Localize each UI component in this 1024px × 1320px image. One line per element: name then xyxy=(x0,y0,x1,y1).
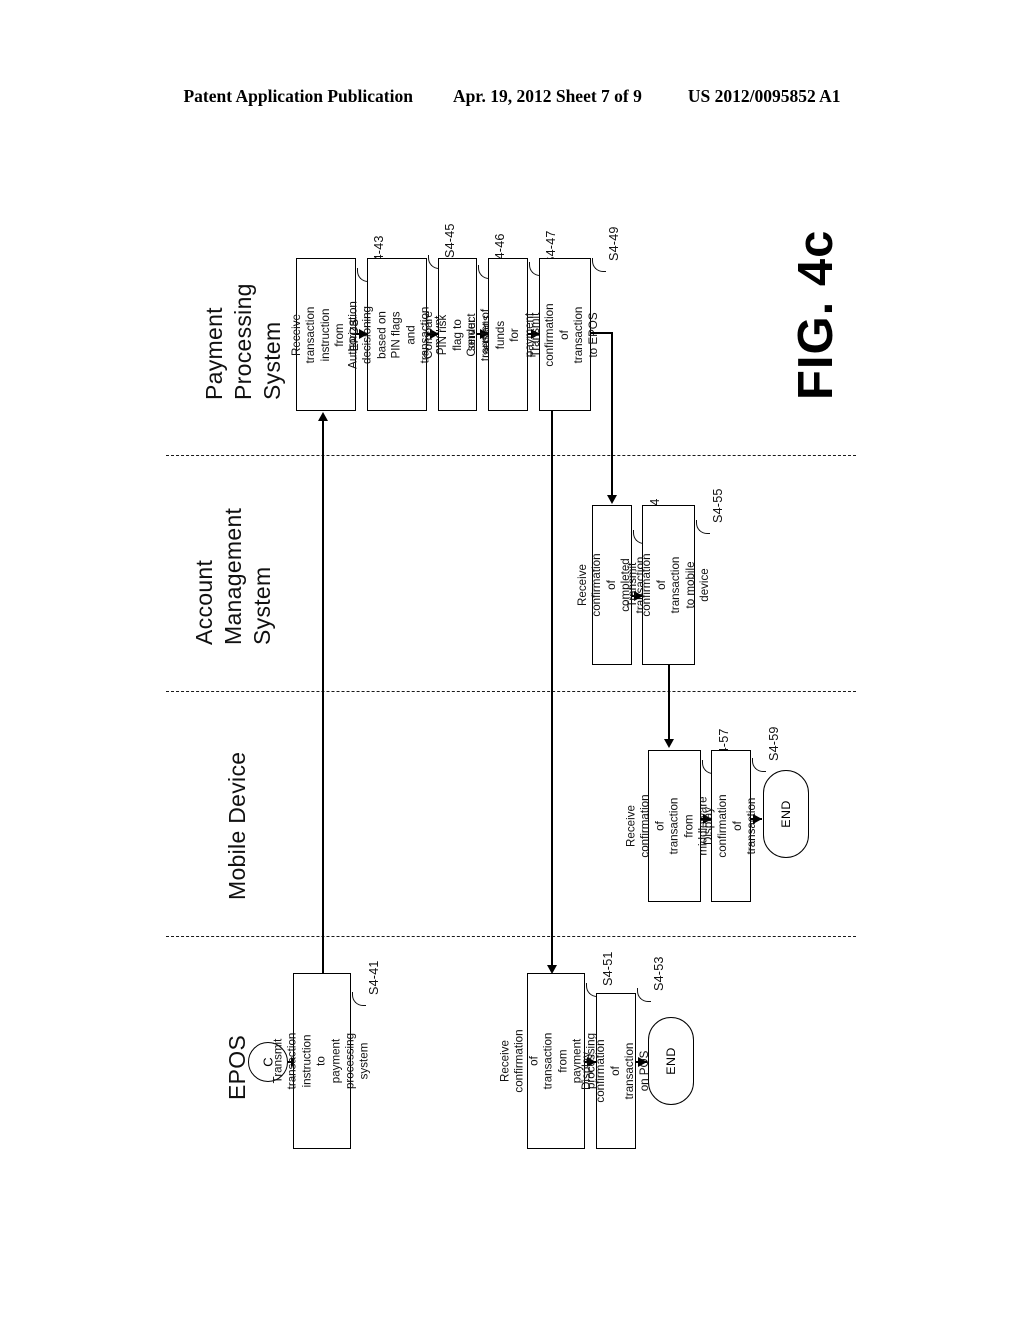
step-ref-s4-41: S4-41 xyxy=(367,960,381,995)
process-box-s4-49-text: Transmit confirmation of transaction to … xyxy=(528,302,600,367)
lane-divider-3 xyxy=(166,936,856,937)
step-ref-s4-55: S4-55 xyxy=(711,488,725,523)
arrow-s4-55-to-s4-57 xyxy=(664,739,674,748)
lane-label-payment-processing-system: Payment Processing System xyxy=(201,283,285,400)
process-box-s4-47[interactable]: Conduct transfer of funds for payment tr… xyxy=(465,258,550,411)
process-box-s4-59-text: Display confirmation of transaction xyxy=(702,794,759,858)
process-box-s4-53[interactable]: Display confirmation of transaction on P… xyxy=(580,993,651,1149)
ref-hook-s4-55 xyxy=(696,520,710,534)
terminator-end-epos: END xyxy=(648,1017,694,1105)
lane-divider-2 xyxy=(166,691,856,692)
ref-hook-s4-59 xyxy=(752,758,766,772)
figure-caption: FIG. 4c xyxy=(789,229,843,400)
process-box-s4-41[interactable]: Transmit transaction instruction to paym… xyxy=(272,973,371,1149)
flow-line-s4-49-to-s4-54-v xyxy=(611,332,613,502)
flow-line-s4-49-to-s4-54-h xyxy=(590,332,613,334)
step-ref-s4-45: S4-45 xyxy=(443,223,457,258)
arrow-s4-53-to-end-epos xyxy=(638,1057,647,1067)
process-box-s4-59[interactable]: Display confirmation of transaction xyxy=(702,750,758,902)
ref-hook-s4-49 xyxy=(592,258,606,272)
terminator-end-mobile-text: END xyxy=(779,800,793,828)
process-box-s4-51[interactable]: Receive confirmation of transaction from… xyxy=(498,973,612,1149)
step-ref-s4-51: S4-51 xyxy=(601,951,615,986)
lane-label-mobile-device: Mobile Device xyxy=(224,751,250,900)
process-box-s4-41-text: Transmit transaction instruction to paym… xyxy=(271,1032,372,1090)
lane-divider-1 xyxy=(166,455,856,456)
flow-line-s4-49-to-s4-51-v xyxy=(551,410,553,972)
flow-line-s4-55-to-s4-57-v xyxy=(668,664,670,746)
lane-label-epos: EPOS xyxy=(224,1034,250,1100)
ref-hook-s4-53 xyxy=(637,988,651,1002)
process-box-s4-55[interactable]: Transmit confirmation of transaction to … xyxy=(625,505,710,665)
ref-hook-s4-41 xyxy=(352,992,366,1006)
arrow-s4-41-to-s4-43 xyxy=(318,412,328,421)
arrow-s4-59-to-end-mobile xyxy=(753,814,762,824)
process-box-s4-49[interactable]: Transmit confirmation of transaction to … xyxy=(529,258,600,411)
step-ref-s4-49: S4-49 xyxy=(607,226,621,261)
process-box-s4-55-text: Transmit confirmation of transaction to … xyxy=(625,553,711,617)
terminator-end-mobile: END xyxy=(763,770,809,858)
process-box-s4-45[interactable]: Authorization decisioning based on PIN f… xyxy=(347,258,446,411)
terminator-end-epos-text: END xyxy=(664,1047,678,1075)
process-box-s4-57[interactable]: Receive confirmation of transaction from… xyxy=(624,750,724,902)
process-box-s4-53-text: Display confirmation of transaction on P… xyxy=(579,1039,651,1103)
arrow-s4-49-to-s4-54 xyxy=(607,495,617,504)
flow-line-s4-41-to-s4-43-v xyxy=(322,421,324,973)
step-ref-s4-59: S4-59 xyxy=(767,726,781,761)
step-ref-s4-53: S4-53 xyxy=(652,956,666,991)
figure-swimlane-flowchart: Payment Processing System Account Manage… xyxy=(0,0,1024,1320)
lane-label-account-management-system: Account Management System xyxy=(191,507,275,645)
